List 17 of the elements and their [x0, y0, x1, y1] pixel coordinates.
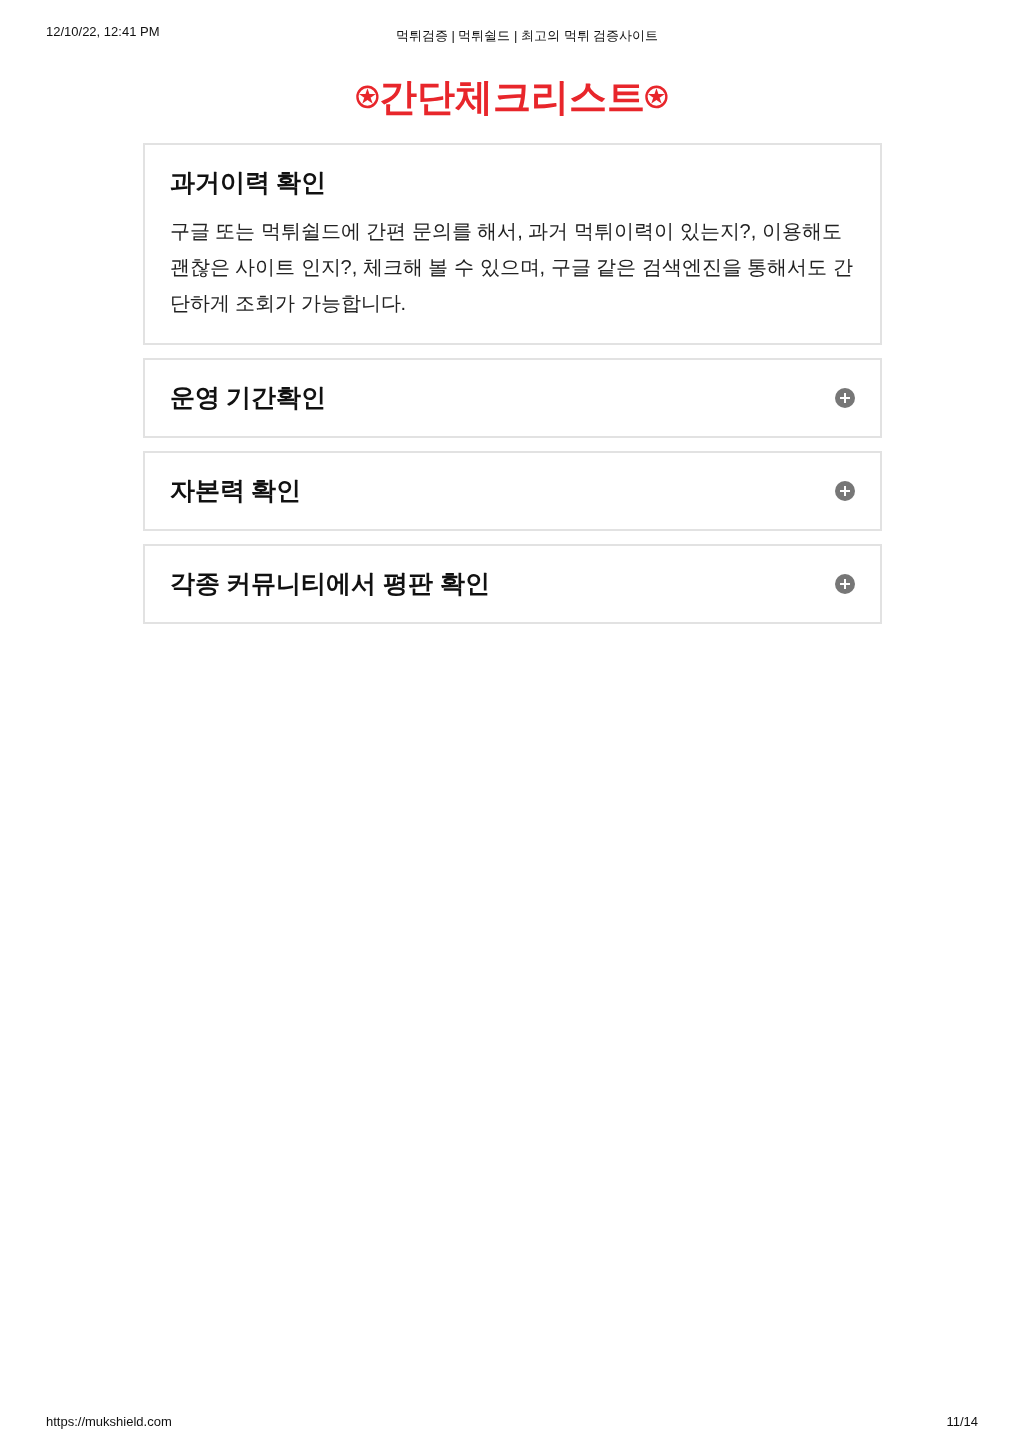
page-title: 먹튀검증 | 먹튀쉴드 | 최고의 먹튀 검증사이트 [394, 27, 660, 45]
accordion-item[interactable]: 각종 커뮤니티에서 평판 확인 [142, 543, 882, 624]
checklist-heading: ⍟간단체크리스트⍟ [355, 75, 669, 120]
plus-icon [834, 480, 855, 501]
accordion-item[interactable]: 자본력 확인 [142, 450, 882, 531]
plus-icon [834, 387, 855, 408]
accordion-body: 구글 또는 먹튀쉴드에 간편 문의를 해서, 과거 먹튀이력이 있는지?, 이용해도괜찮은 사이트 인지?, 체크해 볼 수 있으며, 구글 같은 검색엔진을 통해서도 간단하게 조회가 가능합니다. [169, 218, 854, 316]
accordion-item[interactable]: 운영 기간확인 [142, 357, 882, 438]
print-date: 12/10/22, 12:41 PM [46, 24, 161, 39]
accordion-title: 과거이력 확인 [169, 167, 327, 199]
accordion-title: 자본력 확인 [169, 475, 302, 507]
accordion-title: 운영 기간확인 [169, 382, 327, 414]
accordion-item[interactable]: 과거이력 확인 구글 또는 먹튀쉴드에 간편 문의를 해서, 과거 먹튀이력이 있는지?, 이용해도괜찮은 사이트 인지?, 체크해 볼 수 있으며, 구글 같은 검색엔진을 통해서도 간단하게 조회가 가능합니다. [142, 142, 882, 345]
plus-icon [834, 573, 855, 594]
page-url: https://mukshield.com [46, 1414, 172, 1429]
accordion-title: 각종 커뮤니티에서 평판 확인 [169, 568, 491, 600]
page-number: 11/14 [946, 1414, 978, 1429]
